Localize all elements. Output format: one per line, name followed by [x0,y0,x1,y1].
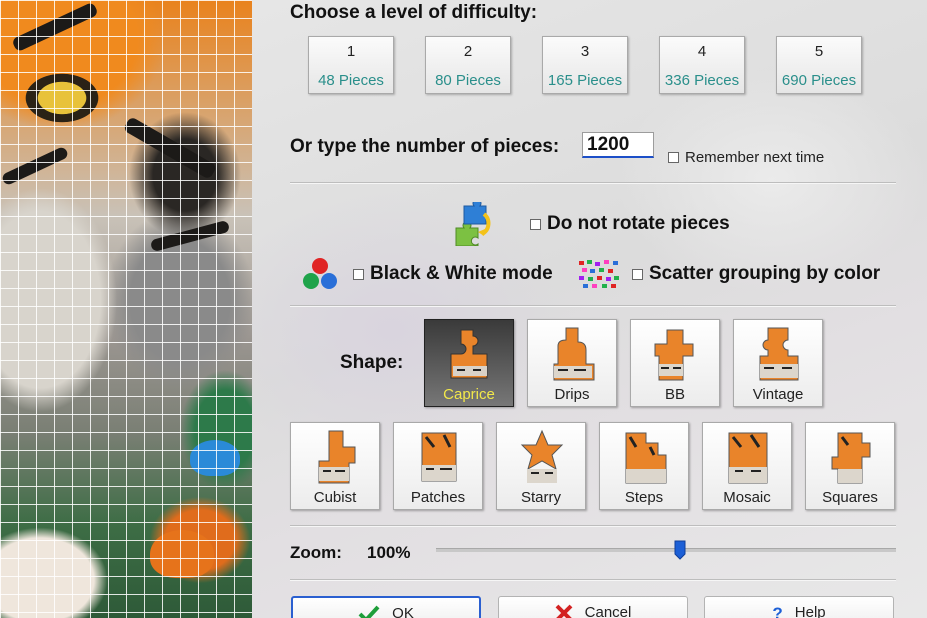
difficulty-levels: 1 48 Pieces 2 80 Pieces 3 165 Pieces 4 3… [308,36,862,94]
remember-option[interactable]: Remember next time [668,149,824,166]
shape-caption: Cubist [313,489,357,506]
no-rotate-checkbox[interactable] [530,218,541,230]
level-3-button[interactable]: 3 165 Pieces [542,36,628,94]
shape-starry-icon [520,429,564,483]
no-rotate-option[interactable]: Do not rotate pieces [530,213,730,235]
shape-label: Shape: [340,352,404,373]
shape-caption: Drips [554,386,590,403]
divider [290,305,896,307]
ok-label: OK [392,605,414,618]
level-pieces: 165 Pieces [547,72,623,89]
shape-patches-button[interactable]: Patches [393,422,483,510]
shape-vintage-button[interactable]: Vintage [733,319,823,407]
remember-label: Remember next time [685,149,825,166]
ok-button[interactable]: OK [291,596,481,618]
level-pieces: 690 Pieces [781,72,857,89]
difficulty-title: Choose a level of difficulty: [290,2,538,23]
shape-starry-button[interactable]: Starry [496,422,586,510]
level-number: 2 [463,43,473,60]
shape-squares-icon [831,432,871,484]
shape-caprice-icon [450,329,488,379]
shape-patches-icon [421,432,457,482]
rotate-puzzle-icon [455,202,491,246]
shape-steps-icon [625,432,667,484]
scatter-color-checkbox[interactable] [632,268,643,280]
checkmark-icon [358,605,380,618]
level-2-button[interactable]: 2 80 Pieces [425,36,511,94]
shape-caption: Caprice [443,386,495,403]
level-number: 1 [346,43,356,60]
close-icon [555,604,573,618]
shape-caption: Mosaic [723,489,771,506]
preview-stripe [149,219,231,253]
shape-squares-button[interactable]: Squares [805,422,895,510]
puzzle-preview-image [0,0,252,618]
level-4-button[interactable]: 4 336 Pieces [659,36,745,94]
shape-bb-icon [654,329,694,381]
level-pieces: 336 Pieces [664,72,740,89]
preview-stripe [122,116,218,180]
level-pieces: 80 Pieces [435,72,501,89]
shape-vintage-icon [759,327,799,381]
level-pieces: 48 Pieces [318,72,384,89]
divider [290,579,896,581]
question-icon: ? [772,604,783,618]
level-number: 5 [814,43,824,60]
remember-checkbox[interactable] [668,152,679,163]
no-rotate-label: Do not rotate pieces [547,213,730,234]
piece-count-input[interactable] [582,132,654,158]
piece-count-label: Or type the number of pieces: [290,136,560,157]
cancel-label: Cancel [584,604,632,618]
shape-drips-icon [553,327,595,381]
shape-caption: Squares [822,489,878,506]
black-white-checkbox[interactable] [353,268,364,280]
zoom-slider-track[interactable] [436,548,896,552]
black-white-option[interactable]: Black & White mode [353,263,553,285]
shape-drips-button[interactable]: Drips [527,319,617,407]
help-button[interactable]: ? Help [704,596,894,618]
scatter-color-icon [579,260,619,288]
shape-mosaic-icon [728,432,768,484]
shape-caption: Vintage [752,386,804,403]
divider [290,182,896,184]
scatter-color-option[interactable]: Scatter grouping by color [632,263,880,285]
preview-butterfly [190,440,240,476]
preview-stripe [11,1,99,53]
shape-caption: BB [664,386,685,403]
shape-cubist-icon [318,430,356,484]
shape-cubist-button[interactable]: Cubist [290,422,380,510]
shape-caprice-button[interactable]: Caprice [424,319,514,407]
scatter-color-label: Scatter grouping by color [649,263,881,284]
puzzle-settings-dialog: Choose a level of difficulty: 1 48 Piece… [252,0,927,618]
level-1-button[interactable]: 1 48 Pieces [308,36,394,94]
level-number: 3 [580,43,590,60]
color-dots-icon [303,258,337,289]
shape-mosaic-button[interactable]: Mosaic [702,422,792,510]
zoom-slider-thumb[interactable] [674,540,686,560]
preview-butterfly [150,530,214,578]
shape-caption: Steps [624,489,664,506]
preview-stripe [0,145,70,187]
shape-bb-button[interactable]: BB [630,319,720,407]
level-number: 4 [697,43,707,60]
black-white-label: Black & White mode [370,263,553,284]
shape-caption: Patches [410,489,466,506]
cancel-button[interactable]: Cancel [498,596,688,618]
help-label: Help [794,604,826,618]
zoom-value: 100% [367,543,411,562]
shape-steps-button[interactable]: Steps [599,422,689,510]
divider [290,525,896,527]
shape-caption: Starry [520,489,561,506]
zoom-label: Zoom: [290,543,342,562]
level-5-button[interactable]: 5 690 Pieces [776,36,862,94]
